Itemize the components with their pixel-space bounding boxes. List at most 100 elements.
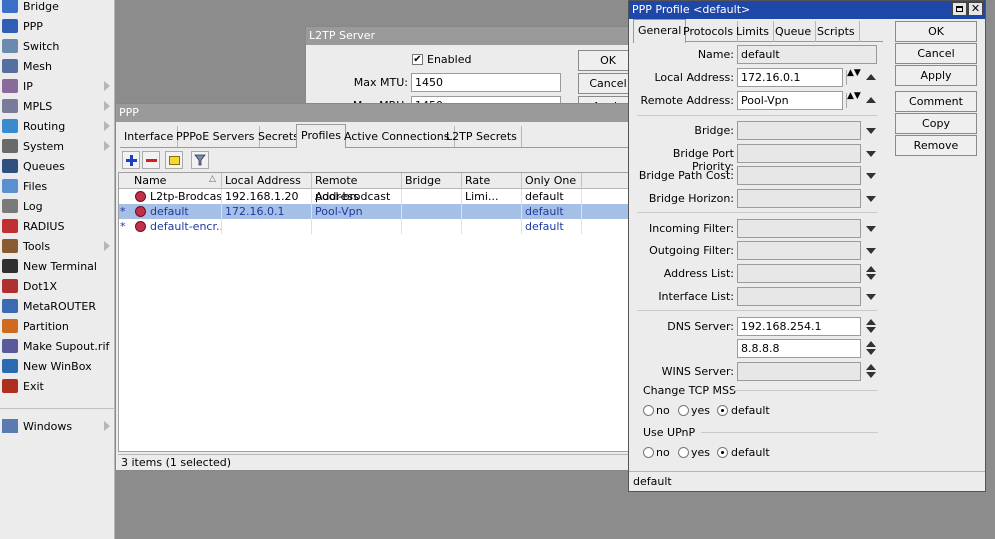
dropdown-arrow-icon[interactable] [866,226,876,232]
remote-address-collapse-icon[interactable] [866,97,876,103]
sidebar-item-switch[interactable]: Switch [0,36,115,56]
sidebar-item-system[interactable]: System [0,136,115,156]
partition-icon [2,319,18,333]
submenu-arrow-icon [104,81,110,91]
profile-comment-button[interactable]: Comment [895,91,977,112]
outgoing-filter-select[interactable] [737,241,861,260]
spin-up-icon[interactable] [866,341,876,347]
tab-profiles[interactable]: Profiles [296,124,346,148]
sidebar-item-dot1x[interactable]: Dot1X [0,276,115,296]
dropdown-arrow-icon[interactable] [866,248,876,254]
name-input[interactable]: default [737,45,877,64]
spin-down-icon[interactable] [866,274,876,280]
ip-icon [2,79,18,93]
tab-active-connections[interactable]: Active Connections [340,126,455,147]
local-address-collapse-icon[interactable] [866,74,876,80]
local-address-select-icon[interactable]: ▲▼ [846,69,861,85]
profile-apply-button[interactable]: Apply [895,65,977,86]
profile-ok-button[interactable]: OK [895,21,977,42]
cell-name: L2tp-Brodcast [147,189,222,204]
sidebar-item-log[interactable]: Log [0,196,115,216]
sidebar-item-label: IP [23,79,33,93]
profile-tab-protocols[interactable]: Protocols [679,21,739,42]
sidebar-item-mpls[interactable]: MPLS [0,96,115,116]
sidebar-item-partition[interactable]: Partition [0,316,115,336]
table-row[interactable]: * default-encr... default [119,219,633,234]
tab-l2tp-secrets[interactable]: L2TP Secrets [442,126,522,147]
column-header-local-address[interactable]: Local Address [222,173,312,189]
sidebar-item-metarouter[interactable]: MetaROUTER [0,296,115,316]
sidebar-item-routing[interactable]: Routing [0,116,115,136]
tab-interface[interactable]: Interface [120,126,179,147]
dns-server-1-input[interactable]: 192.168.254.1 [737,317,861,336]
tcp-mss-radio-yes[interactable] [678,405,689,416]
spin-up-icon[interactable] [866,266,876,272]
column-header-only-one[interactable]: Only One [522,173,582,189]
submenu-arrow-icon [104,241,110,251]
spin-up-icon[interactable] [866,364,876,370]
add-icon[interactable] [122,151,140,169]
profile-tab-queue[interactable]: Queue [771,21,817,42]
column-header-bridge[interactable]: Bridge [402,173,462,189]
dropdown-arrow-icon[interactable] [866,128,876,134]
bridge-port-priority-input[interactable] [737,144,861,163]
tab-pppoe-servers[interactable]: PPPoE Servers [172,126,260,147]
upnp-radio-default[interactable] [717,447,728,458]
sidebar-item-files[interactable]: Files [0,176,115,196]
table-row[interactable]: * default 172.16.0.1 Pool-Vpn default [119,204,633,219]
profile-remove-button[interactable]: Remove [895,135,977,156]
column-header-remote-address[interactable]: Remote Address [312,173,402,203]
bridge-horizon-input[interactable] [737,189,861,208]
spin-up-icon[interactable] [866,319,876,325]
remote-address-input[interactable]: Pool-Vpn [737,91,843,110]
spin-down-icon[interactable] [866,349,876,355]
sidebar-item-exit[interactable]: Exit [0,376,115,396]
close-icon[interactable]: ✕ [968,2,983,16]
sidebar-item-queues[interactable]: Queues [0,156,115,176]
change-tcp-mss-label: Change TCP MSS [643,384,736,397]
profile-tab-limits[interactable]: Limits [732,21,774,42]
sidebar-item-ip[interactable]: IP [0,76,115,96]
sidebar-item-ppp[interactable]: PPP [0,16,115,36]
max-mtu-input[interactable]: 1450 [411,73,561,92]
table-row[interactable]: L2tp-Brodcast 192.168.1.20 pool-brodcast de… [119,189,633,204]
sidebar-item-mesh[interactable]: Mesh [0,56,115,76]
address-list-input[interactable] [737,264,861,283]
comment-icon[interactable] [165,151,183,169]
dropdown-arrow-icon[interactable] [866,196,876,202]
sidebar-item-make-supout-rif[interactable]: Make Supout.rif [0,336,115,356]
tcp-mss-radio-default[interactable] [717,405,728,416]
sidebar-item-radius[interactable]: RADIUS [0,216,115,236]
bridge-select[interactable] [737,121,861,140]
interface-list-select[interactable] [737,287,861,306]
dropdown-arrow-icon[interactable] [866,173,876,179]
spin-down-icon[interactable] [866,327,876,333]
remote-address-select-icon[interactable]: ▲▼ [846,92,861,108]
tcp-mss-radio-no[interactable] [643,405,654,416]
wins-server-input[interactable] [737,362,861,381]
local-address-input[interactable]: 172.16.0.1 [737,68,843,87]
profile-tab-scripts[interactable]: Scripts [813,21,860,42]
enabled-checkbox[interactable]: ✔ [412,54,423,65]
profile-cancel-button[interactable]: Cancel [895,43,977,64]
column-header-rate-limi[interactable]: Rate Limi... [462,173,522,203]
dropdown-arrow-icon[interactable] [866,294,876,300]
maximize-icon[interactable] [952,2,967,16]
dropdown-arrow-icon[interactable] [866,151,876,157]
sidebar-item-windows[interactable]: Windows [0,416,115,436]
sidebar-item-label: MetaROUTER [23,299,96,313]
spin-down-icon[interactable] [866,372,876,378]
sidebar-item-bridge[interactable]: Bridge [0,0,115,16]
remove-icon[interactable] [142,151,160,169]
dns-server-2-input[interactable]: 8.8.8.8 [737,339,861,358]
bridge-path-cost-input[interactable] [737,166,861,185]
cell-local: 172.16.0.1 [222,204,312,219]
upnp-radio-yes[interactable] [678,447,689,458]
upnp-radio-no[interactable] [643,447,654,458]
filter-icon[interactable] [191,151,209,169]
incoming-filter-select[interactable] [737,219,861,238]
sidebar-item-tools[interactable]: Tools [0,236,115,256]
sidebar-item-new-terminal[interactable]: New Terminal [0,256,115,276]
sidebar-item-new-winbox[interactable]: New WinBox [0,356,115,376]
profile-copy-button[interactable]: Copy [895,113,977,134]
